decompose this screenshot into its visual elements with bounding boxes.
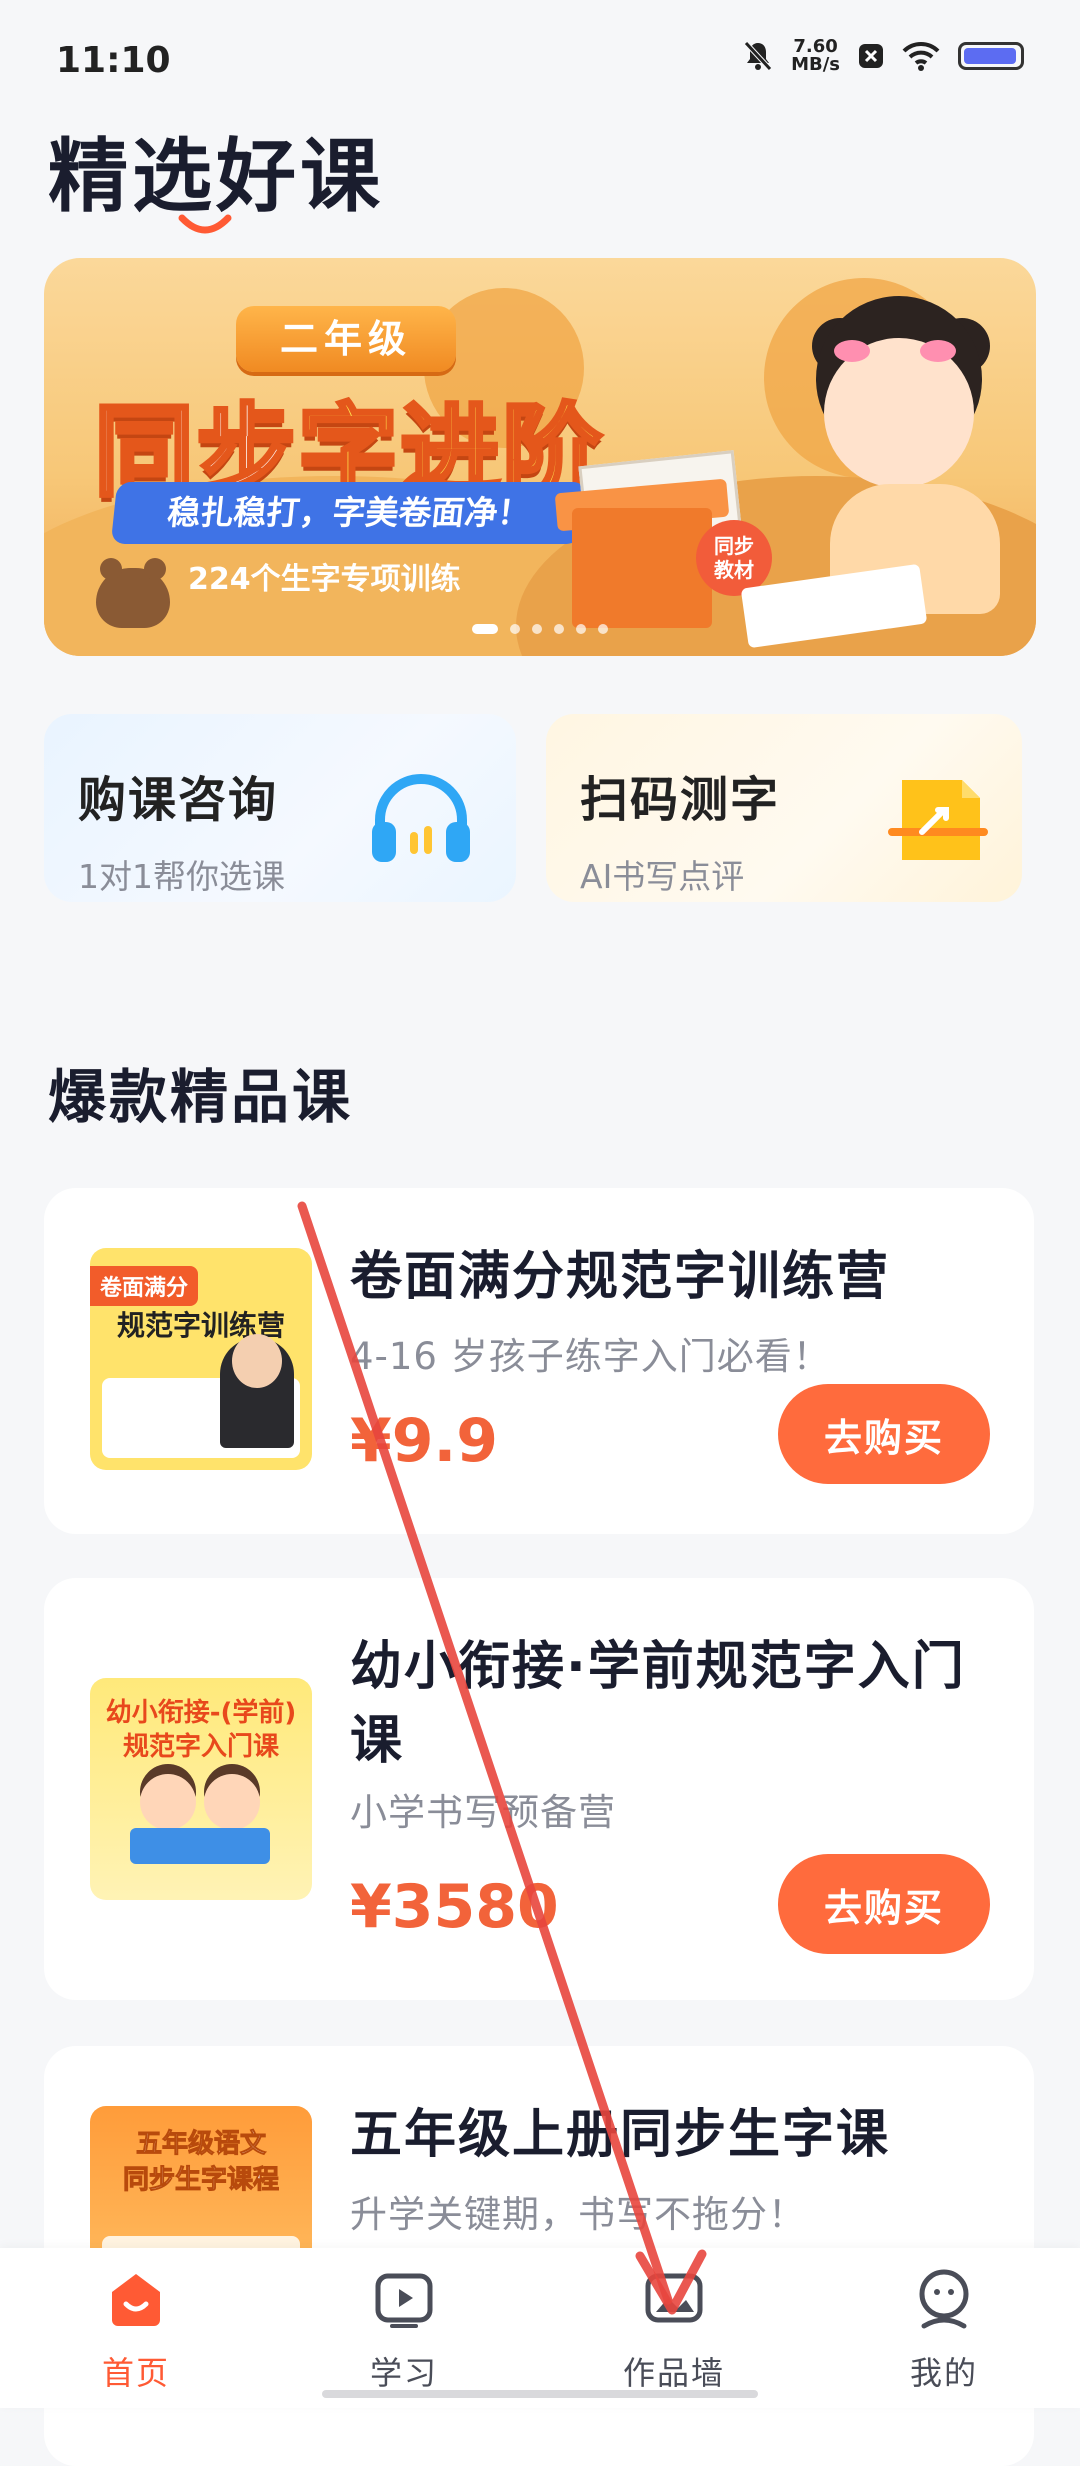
quick-action-consult[interactable]: 购课咨询 1对1帮你选课: [44, 714, 516, 902]
girl-bow: [920, 340, 956, 362]
course-title: 幼小衔接·学前规范字入门课: [350, 1637, 966, 1771]
thumb-title: 幼小衔接-(学前) 规范字入门课: [105, 1698, 297, 1762]
course-price: ¥9.9: [350, 1406, 499, 1476]
tab-label: 作品墙: [622, 2354, 725, 2392]
carousel-dot: [576, 624, 586, 634]
scan-icon: [888, 780, 988, 860]
page-title: 精选好课: [48, 130, 384, 223]
title-smile-decoration: [178, 214, 232, 234]
battery-icon: [958, 42, 1024, 70]
home-icon: [112, 2274, 160, 2326]
section-title: 爆款精品课: [48, 1063, 354, 1131]
carousel-indicator: [44, 624, 1036, 634]
thumb-title: 五年级语文 同步生字课程: [122, 2129, 279, 2196]
course-price: ¥3580: [350, 1872, 559, 1942]
course-card[interactable]: 幼小衔接-(学前) 规范字入门课 幼小衔接·学前规范字入门课 小学书写预备营 ¥…: [44, 1578, 1034, 2000]
tab-home[interactable]: 首页: [36, 2266, 236, 2394]
course-card[interactable]: 卷面满分 规范字训练营 卷面满分规范字训练营 4-16 岁孩子练字入门必看！ ¥…: [44, 1188, 1034, 1534]
carousel-dot: [554, 624, 564, 634]
bear-illustration: [96, 558, 170, 628]
banner-slogan: 稳扎稳打，字美卷面净！: [110, 482, 588, 544]
course-subtitle: 4-16 岁孩子练字入门必看！: [350, 1335, 831, 1378]
profile-icon: [919, 2269, 969, 2329]
banner-sync-badge: 同步 教材: [696, 520, 772, 596]
buy-button[interactable]: 去购买: [778, 1384, 990, 1484]
status-icons: 7.60 MB/s: [743, 38, 1024, 74]
gallery-icon: [645, 2273, 703, 2323]
notification-x-icon: [859, 44, 883, 68]
course-subtitle: 小学书写预备营: [350, 1791, 616, 1834]
net-speed-unit: MB/s: [791, 54, 840, 75]
book-illustration: [130, 1828, 270, 1864]
wifi-icon: [902, 41, 940, 71]
carousel-dot: [598, 624, 608, 634]
tab-gallery[interactable]: 作品墙: [574, 2266, 774, 2394]
tab-label: 学习: [369, 2354, 438, 2392]
banner-subtitle: 224个生字专项训练: [188, 562, 461, 597]
tab-label: 首页: [101, 2354, 170, 2392]
home-indicator[interactable]: [322, 2390, 758, 2398]
thumb-title: 规范字训练营: [116, 1309, 285, 1342]
tab-learn[interactable]: 学习: [304, 2266, 504, 2394]
status-time: 11:10: [56, 40, 171, 81]
course-thumbnail: 卷面满分 规范字训练营: [90, 1248, 312, 1470]
buy-button[interactable]: 去购买: [778, 1854, 990, 1954]
kid-illustration: [140, 1774, 196, 1830]
mute-bell-icon: [744, 41, 772, 71]
bottom-tab-bar: 首页 学习 作品墙 我的: [0, 2248, 1080, 2408]
course-title: 五年级上册同步生字课: [350, 2105, 891, 2165]
kid-illustration: [204, 1774, 260, 1830]
carousel-dot-active: [472, 624, 498, 634]
carousel-dot: [510, 624, 520, 634]
headset-icon: [372, 774, 470, 862]
gift-box-illustration: [572, 508, 712, 628]
quick-action-scan[interactable]: 扫码测字 AI书写点评: [546, 714, 1022, 902]
tab-profile[interactable]: 我的: [844, 2266, 1044, 2394]
course-title: 卷面满分规范字训练营: [350, 1247, 891, 1307]
teacher-photo: [220, 1334, 294, 1448]
promo-banner[interactable]: 二年级 同步字进阶 稳扎稳打，字美卷面净！ 224个生字专项训练 同步 教材: [44, 258, 1036, 656]
course-subtitle: 升学关键期，书写不拖分！: [350, 2193, 806, 2236]
thumb-tag: 卷面满分: [90, 1266, 199, 1306]
banner-grade-badge: 二年级: [236, 306, 456, 372]
status-bar: 11:10 7.60 MB/s: [0, 0, 1080, 120]
girl-bow: [834, 340, 870, 362]
net-speed: 7.60 MB/s: [791, 38, 840, 74]
course-thumbnail: 幼小衔接-(学前) 规范字入门课: [90, 1678, 312, 1900]
play-tv-icon: [375, 2273, 433, 2328]
tab-label: 我的: [909, 2354, 978, 2392]
carousel-dot: [532, 624, 542, 634]
